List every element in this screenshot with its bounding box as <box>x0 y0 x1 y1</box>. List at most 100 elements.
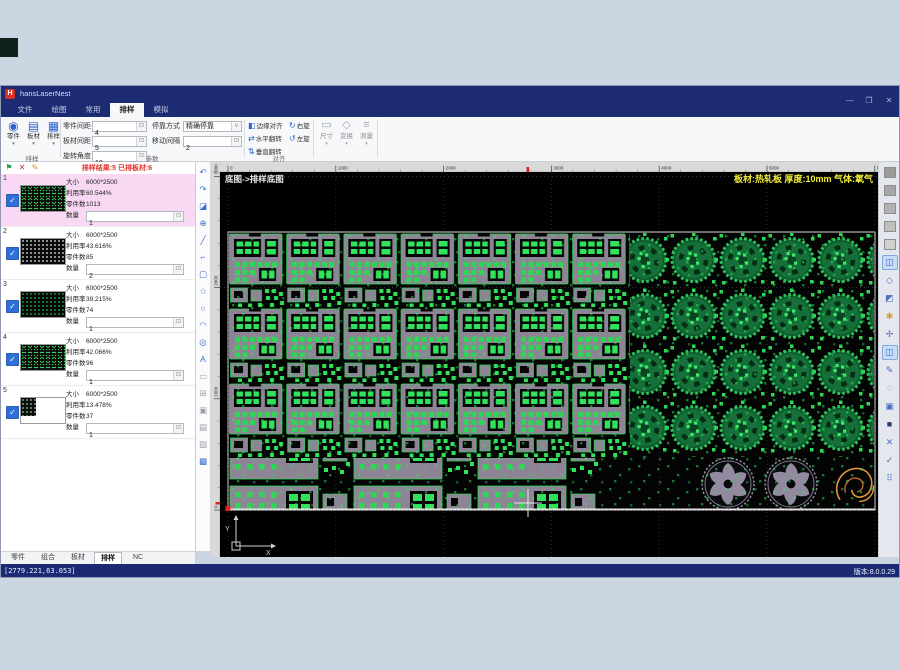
flip-horizontal-button[interactable]: ⇄水平翻转 <box>248 133 282 145</box>
svg-text:3000: 3000 <box>214 164 219 175</box>
swatch-1-icon[interactable] <box>882 165 898 180</box>
fan-icon[interactable]: ✢ <box>882 327 898 342</box>
tab-common[interactable]: 常用 <box>76 103 110 117</box>
arc-icon[interactable]: ◠ <box>197 319 210 332</box>
check-icon[interactable]: ✓ <box>882 453 898 468</box>
item-checkbox[interactable]: ✓ <box>6 247 19 260</box>
nesting-canvas[interactable]: 0100020003000400050006000 3000200010000 … <box>211 162 878 557</box>
dropdown-icon[interactable]: ∨ <box>231 122 241 131</box>
tab-file[interactable]: 文件 <box>8 103 42 117</box>
solid-icon[interactable]: ■ <box>882 417 898 432</box>
swatch-2-icon[interactable] <box>882 183 898 198</box>
qty-input[interactable] <box>87 431 175 440</box>
ellipse-icon[interactable]: ◎ <box>197 336 210 349</box>
redo-icon[interactable]: ↷ <box>197 183 210 196</box>
rect-icon[interactable]: ▢ <box>197 268 210 281</box>
item-checkbox[interactable]: ✓ <box>6 300 19 313</box>
tab-draw[interactable]: 绘图 <box>42 103 76 117</box>
panel-icon[interactable]: ▣ <box>882 399 898 414</box>
nest-result-item[interactable]: 4 ✓ 大小 6000*2500 利用率 42.066% 零件数 96 数量 ⊡ <box>0 333 195 386</box>
stepper-icon[interactable]: ⊡ <box>173 318 183 327</box>
material-info: 板材:热轧板 厚度:10mm 气体:氧气 <box>734 173 873 184</box>
plate-origin-marker <box>226 506 231 511</box>
dock-mode-select[interactable]: 精确停靠 ∨ <box>183 121 242 132</box>
nest-result-item[interactable]: 1 ✓ 大小 6000*2500 利用率 60.544% 零件数 1013 数量… <box>0 174 195 227</box>
mask-icon[interactable]: ◇ <box>882 273 898 288</box>
part-spacing-field[interactable]: ⊡ <box>92 121 147 132</box>
chevron-down-icon: ▼ <box>357 141 376 147</box>
dimension-icon[interactable]: ▭ <box>197 370 210 383</box>
tab-combine[interactable]: 组合 <box>34 552 62 564</box>
item-checkbox[interactable]: ✓ <box>6 353 19 366</box>
swatch-5-icon[interactable] <box>882 237 898 252</box>
stepper-icon[interactable]: ⊡ <box>173 424 183 433</box>
zoom-icon[interactable]: ⊕ <box>197 217 210 230</box>
plate-spacing-label: 板材间距 <box>63 136 91 147</box>
flag-icon[interactable]: ⚑ <box>4 163 14 173</box>
plate-graphic[interactable] <box>228 232 877 511</box>
stepper-icon[interactable]: ⊡ <box>136 137 146 146</box>
array-icon[interactable]: ⊞ <box>197 387 210 400</box>
swatch-3-icon[interactable] <box>882 201 898 216</box>
grid-icon[interactable]: ⠿ <box>882 471 898 486</box>
stepper-icon[interactable]: ⊡ <box>173 212 183 221</box>
line-icon[interactable]: ╱ <box>197 234 210 247</box>
display-icon[interactable]: ◫ <box>882 345 898 360</box>
stepper-icon[interactable]: ⊡ <box>173 265 183 274</box>
nest-result-item[interactable]: 3 ✓ 大小 6000*2500 利用率 39.215% 零件数 74 数量 ⊡ <box>0 280 195 333</box>
stepper-icon[interactable]: ⊡ <box>136 122 146 131</box>
item-checkbox[interactable]: ✓ <box>6 406 19 419</box>
fill-icon[interactable]: ▩ <box>197 455 210 468</box>
swatch-4-icon[interactable] <box>882 219 898 234</box>
move-step-field[interactable]: ⊡ <box>183 136 242 147</box>
size-button[interactable]: ▭ 尺寸 ▼ <box>317 119 336 157</box>
edit-icon[interactable]: ✎ <box>30 163 40 173</box>
size-label: 大小 <box>66 390 79 399</box>
star-icon[interactable]: ☆ <box>197 285 210 298</box>
polyline-icon[interactable]: ⌐ <box>197 251 210 264</box>
transform-icon[interactable]: ◩ <box>882 291 898 306</box>
move-step-input[interactable] <box>184 144 233 153</box>
rotate-left-button[interactable]: ↺左旋 <box>289 133 310 145</box>
probe-icon[interactable]: ◌ <box>882 381 898 396</box>
edge-align-button[interactable]: ◧边缘对齐 <box>248 120 283 132</box>
tab-nest[interactable]: 排样 <box>110 103 144 117</box>
plate-spacing-field[interactable]: ⊡ <box>92 136 147 147</box>
preview-icon[interactable]: ◪ <box>197 200 210 213</box>
hatch-icon[interactable]: ▨ <box>197 438 210 451</box>
measure-button[interactable]: ≡ 测量 ▼ <box>357 119 376 157</box>
tab-nc[interactable]: NC <box>124 552 152 564</box>
monitor-icon[interactable]: ◫ <box>882 255 898 270</box>
close-icon[interactable]: ✕ <box>882 435 898 450</box>
item-checkbox[interactable]: ✓ <box>6 194 19 207</box>
tab-simulate[interactable]: 模拟 <box>144 103 178 117</box>
qty-field[interactable]: ⊡ <box>86 211 184 222</box>
edit-icon[interactable]: ✎ <box>882 363 898 378</box>
plate-button[interactable]: ▤ 板材 ▼ <box>24 119 43 155</box>
qty-field[interactable]: ⊡ <box>86 370 184 381</box>
nest-result-item[interactable]: 2 ✓ 大小 6000*2500 利用率 43.616% 零件数 85 数量 ⊡ <box>0 227 195 280</box>
stepper-icon[interactable]: ⊡ <box>136 152 146 161</box>
stepper-icon[interactable]: ⊡ <box>231 137 241 146</box>
flip-vertical-button[interactable]: ⇅垂直翻转 <box>248 146 282 158</box>
qty-field[interactable]: ⊡ <box>86 317 184 328</box>
gear-icon[interactable]: ✱ <box>882 309 898 324</box>
svg-text:5000: 5000 <box>769 166 780 171</box>
stepper-icon[interactable]: ⊡ <box>173 371 183 380</box>
circle-icon[interactable]: ○ <box>197 302 210 315</box>
copy-icon[interactable]: ▣ <box>197 404 210 417</box>
undo-icon[interactable]: ↶ <box>197 166 210 179</box>
rotate-right-button[interactable]: ↻右旋 <box>289 120 310 132</box>
delete-icon[interactable]: ✕ <box>17 163 27 173</box>
paste-icon[interactable]: ▤ <box>197 421 210 434</box>
tab-nest-result[interactable]: 排样 <box>94 552 122 564</box>
qty-field[interactable]: ⊡ <box>86 423 184 434</box>
tab-plate[interactable]: 板材 <box>64 552 92 564</box>
qty-field[interactable]: ⊡ <box>86 264 184 275</box>
rotate-angle-field[interactable]: ⊡ <box>92 151 147 162</box>
tab-parts[interactable]: 零件 <box>4 552 32 564</box>
text-icon[interactable]: A <box>197 353 210 366</box>
parts-button[interactable]: ◉ 零件 ▼ <box>4 119 23 155</box>
nest-result-item[interactable]: 5 ✓ 大小 6000*2500 利用率 13.478% 零件数 37 数量 ⊡ <box>0 386 195 439</box>
transform-button[interactable]: ◇ 变换 ▼ <box>337 119 356 157</box>
